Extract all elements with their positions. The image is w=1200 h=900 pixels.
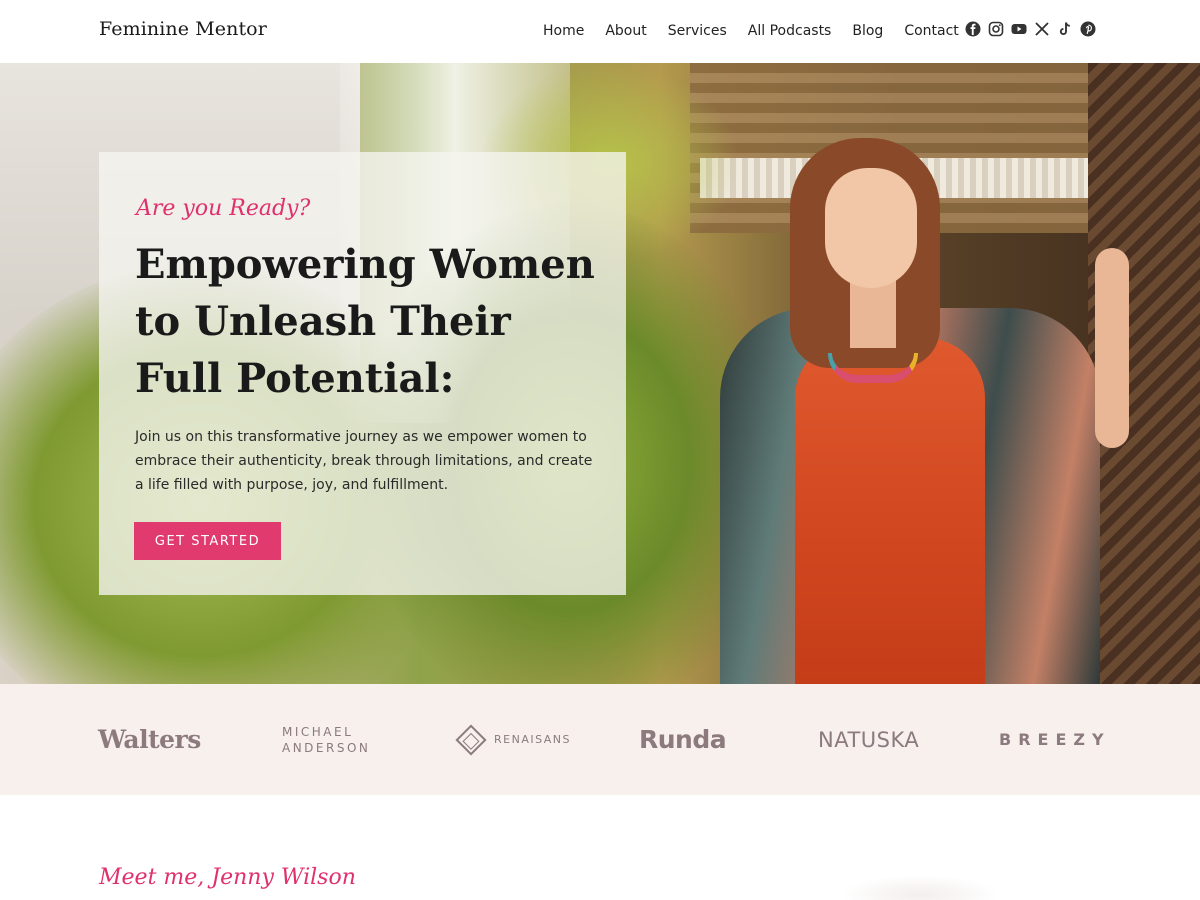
youtube-icon[interactable] xyxy=(1011,21,1027,37)
nav-about[interactable]: About xyxy=(605,22,646,40)
portrait-image-top xyxy=(840,875,1000,900)
brand-logo-walters: Walters xyxy=(98,725,201,754)
x-icon[interactable] xyxy=(1034,21,1050,37)
meet-heading: Meet me, Jenny Wilson xyxy=(99,865,356,890)
pinterest-icon[interactable] xyxy=(1080,21,1096,37)
nav-contact[interactable]: Contact xyxy=(904,22,958,40)
facebook-icon[interactable] xyxy=(965,21,981,37)
nav-blog[interactable]: Blog xyxy=(852,22,883,40)
hero-tagline: Are you Ready? xyxy=(136,196,311,221)
neck xyxy=(850,278,896,348)
brand-logo-michael-anderson: MICHAEL ANDERSON xyxy=(282,684,370,795)
hero-title: Empowering Women to Unleash Their Full P… xyxy=(135,241,595,402)
site-title[interactable]: Feminine Mentor xyxy=(99,18,267,40)
nav-home[interactable]: Home xyxy=(543,22,584,40)
brand-logo-renaisans: RENAISANS xyxy=(455,684,572,795)
social-links xyxy=(965,21,1096,37)
get-started-button[interactable]: GET STARTED xyxy=(134,522,281,560)
brand-logo-natuska: NATUSKA xyxy=(818,727,920,752)
nav-all-podcasts[interactable]: All Podcasts xyxy=(748,22,832,40)
instagram-icon[interactable] xyxy=(988,21,1004,37)
brand-logo-runda: Runda xyxy=(639,725,727,754)
hero-description: Join us on this transformative journey a… xyxy=(135,429,593,493)
brand-renaisans-text: RENAISANS xyxy=(494,733,572,746)
tiktok-icon[interactable] xyxy=(1057,21,1073,37)
face xyxy=(825,168,917,288)
nav-services[interactable]: Services xyxy=(668,22,727,40)
brand-logos-strip: Walters MICHAEL ANDERSON RENAISANS Runda… xyxy=(0,684,1200,795)
red-dress xyxy=(795,338,985,684)
main-nav: Home About Services All Podcasts Blog Co… xyxy=(543,22,980,40)
hero-woman-photo xyxy=(700,138,1129,684)
brand-michael-line2: ANDERSON xyxy=(282,740,371,755)
brand-logo-breezy: BREEZY xyxy=(999,730,1111,749)
diamond-icon xyxy=(455,723,487,756)
raised-arm xyxy=(1095,248,1129,448)
brand-michael-line1: MICHAEL xyxy=(282,724,354,739)
site-header: Feminine Mentor Home About Services All … xyxy=(0,0,1200,63)
